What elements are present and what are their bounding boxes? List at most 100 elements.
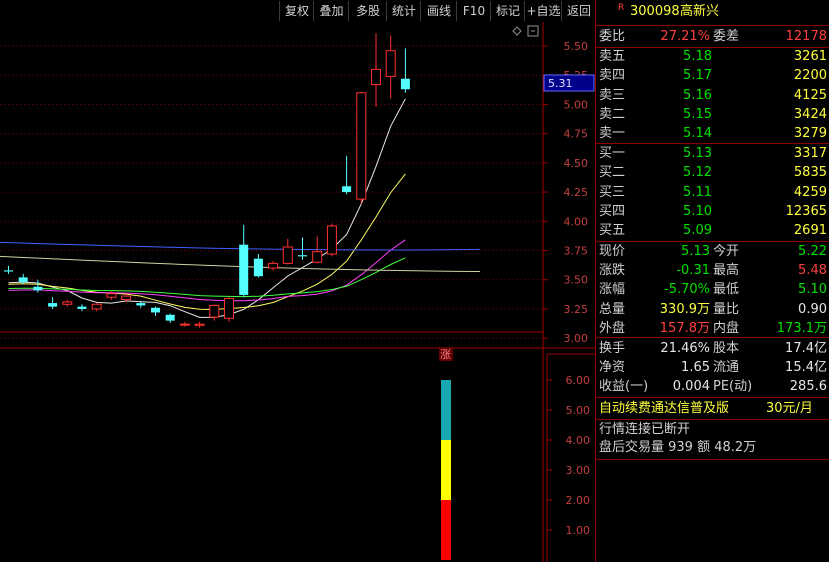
ask-level-label: 卖四 bbox=[599, 68, 626, 84]
indicator-tick-label: 1.00 bbox=[566, 524, 591, 537]
bid-level-row[interactable]: 买四 5.10 12365 bbox=[596, 203, 829, 221]
kline-chart[interactable]: 5.505.255.004.754.504.254.003.753.503.25… bbox=[0, 22, 595, 562]
toolbar-button-6[interactable]: 标记 bbox=[490, 1, 525, 21]
stat-label: 量比 bbox=[713, 301, 740, 317]
candle-body bbox=[282, 246, 293, 264]
order-ratio-label: 委比 bbox=[599, 29, 626, 44]
ask-level-row[interactable]: 卖五 5.18 3261 bbox=[596, 48, 829, 66]
divider bbox=[596, 337, 829, 338]
stock-code: 300098 bbox=[630, 4, 680, 19]
candle-body bbox=[106, 293, 117, 298]
stat-value: -0.31 bbox=[676, 263, 710, 279]
toolbar-button-3[interactable]: 统计 bbox=[386, 1, 421, 21]
ask-level-label: 卖三 bbox=[599, 87, 626, 103]
stat-value: 15.4亿 bbox=[785, 360, 827, 376]
stat-value: 5.10 bbox=[798, 282, 827, 298]
ask-level-row[interactable]: 卖四 5.17 2200 bbox=[596, 67, 829, 85]
stat-label: 外盘 bbox=[599, 320, 626, 336]
bid-level-label: 买一 bbox=[599, 146, 626, 161]
stat-row: 涨跌 -0.31 最高 5.48 bbox=[596, 262, 829, 280]
price-tick-label: 5.00 bbox=[564, 98, 589, 111]
bid-level-volume: 4259 bbox=[793, 184, 827, 200]
candle-body bbox=[253, 258, 263, 277]
divider bbox=[596, 241, 829, 242]
stat-value: 1.65 bbox=[681, 360, 710, 376]
ask-level-label: 卖二 bbox=[599, 106, 626, 122]
ask-level-row[interactable]: 卖三 5.16 4125 bbox=[596, 87, 829, 105]
stat-label: 总量 bbox=[599, 301, 626, 317]
bid-level-row[interactable]: 买三 5.11 4259 bbox=[596, 184, 829, 202]
toolbar-button-2[interactable]: 多股 bbox=[348, 1, 387, 21]
divider bbox=[596, 459, 829, 460]
stat-row: 总量 330.9万 量比 0.90 bbox=[596, 301, 829, 319]
candle-body bbox=[342, 186, 352, 193]
diamond-icon bbox=[512, 26, 522, 36]
ask-level-price: 5.14 bbox=[683, 126, 712, 142]
bid-level-volume: 2691 bbox=[793, 223, 827, 239]
bid-level-price: 5.12 bbox=[683, 165, 712, 181]
chart-toolbar: 复权 叠加 多股 统计 画线 F10 标记 +自选 返回 bbox=[0, 0, 595, 22]
price-tick-label: 3.50 bbox=[564, 274, 589, 287]
order-diff-value: 12178 bbox=[785, 29, 827, 44]
promo-text[interactable]: 自动续费通达信普及版 bbox=[599, 400, 729, 418]
stat-row: 现价 5.13 今开 5.22 bbox=[596, 243, 829, 261]
ask-level-row[interactable]: 卖一 5.14 3279 bbox=[596, 125, 829, 143]
bid-level-label: 买三 bbox=[599, 184, 626, 200]
toolbar-button-7[interactable]: +自选 bbox=[524, 1, 562, 21]
toolbar-button-8[interactable]: 返回 bbox=[561, 1, 596, 21]
indicator-tick-label: 2.00 bbox=[566, 494, 591, 507]
indicator-tick-label: 6.00 bbox=[566, 374, 591, 387]
candle-body bbox=[312, 251, 323, 263]
candle-body bbox=[151, 307, 160, 313]
divider bbox=[596, 397, 829, 398]
bid-level-price: 5.11 bbox=[683, 184, 712, 200]
bid-level-row[interactable]: 买一 5.13 3317 bbox=[596, 145, 829, 163]
stat-label: 涨幅 bbox=[599, 282, 626, 298]
indicator-bar-segment bbox=[441, 500, 451, 560]
bid-level-row[interactable]: 买五 5.09 2691 bbox=[596, 222, 829, 240]
ma5-line bbox=[8, 98, 406, 318]
price-tick-label: 4.00 bbox=[564, 215, 589, 228]
indicator-tick-label: 5.00 bbox=[566, 404, 591, 417]
rights-badge: R bbox=[618, 3, 625, 13]
order-ratio-value: 27.21% bbox=[660, 29, 710, 44]
stat-row: 收益(一) 0.004 PE(动) 285.6 bbox=[596, 378, 829, 396]
stat-label: 股本 bbox=[713, 341, 740, 356]
candle-body bbox=[356, 92, 367, 200]
candle-body bbox=[224, 297, 234, 319]
order-diff-label: 委差 bbox=[713, 29, 740, 44]
toolbar-button-5[interactable]: F10 bbox=[456, 1, 491, 21]
bid-level-row[interactable]: 买二 5.12 5835 bbox=[596, 164, 829, 182]
stat-label: 换手 bbox=[599, 341, 626, 356]
bid-level-label: 买五 bbox=[599, 223, 626, 239]
promo-price[interactable]: 30元/月 bbox=[766, 400, 813, 418]
stat-value: 173.1万 bbox=[776, 320, 827, 336]
promo-row[interactable]: 自动续费通达信普及版 30元/月 bbox=[596, 400, 829, 418]
ask-level-volume: 2200 bbox=[793, 68, 827, 84]
stat-label: PE(动) bbox=[713, 379, 753, 395]
stat-value: 5.22 bbox=[798, 244, 827, 259]
stat-value: 157.8万 bbox=[659, 320, 710, 336]
toolbar-button-4[interactable]: 画线 bbox=[420, 1, 457, 21]
stat-value: 5.48 bbox=[798, 263, 827, 279]
ask-level-row[interactable]: 卖二 5.15 3424 bbox=[596, 106, 829, 124]
stat-label: 净资 bbox=[599, 360, 626, 376]
toolbar-button-1[interactable]: 叠加 bbox=[313, 1, 349, 21]
candle-body bbox=[400, 78, 410, 90]
indicator-panel: 6.00 5.00 4.00 3.00 2.00 1.00 bbox=[441, 374, 590, 560]
indicator-bar-segment bbox=[441, 380, 451, 440]
indicator-tick-label: 3.00 bbox=[566, 464, 591, 477]
candle-body bbox=[18, 277, 28, 283]
bid-level-label: 买二 bbox=[599, 165, 626, 181]
stat-value: 330.9万 bbox=[659, 301, 710, 317]
candle-body bbox=[33, 286, 43, 291]
connection-status: 行情连接已断开 bbox=[596, 421, 829, 439]
stat-label: 涨跌 bbox=[599, 263, 626, 279]
current-price-label: 5.31 bbox=[548, 77, 573, 90]
stat-row: 涨幅 -5.70% 最低 5.10 bbox=[596, 281, 829, 299]
ask-level-volume: 3279 bbox=[793, 126, 827, 142]
toolbar-button-0[interactable]: 复权 bbox=[279, 1, 314, 21]
divider bbox=[596, 419, 829, 420]
price-tick-label: 3.00 bbox=[564, 332, 589, 345]
stat-label: 收益(一) bbox=[599, 379, 649, 395]
